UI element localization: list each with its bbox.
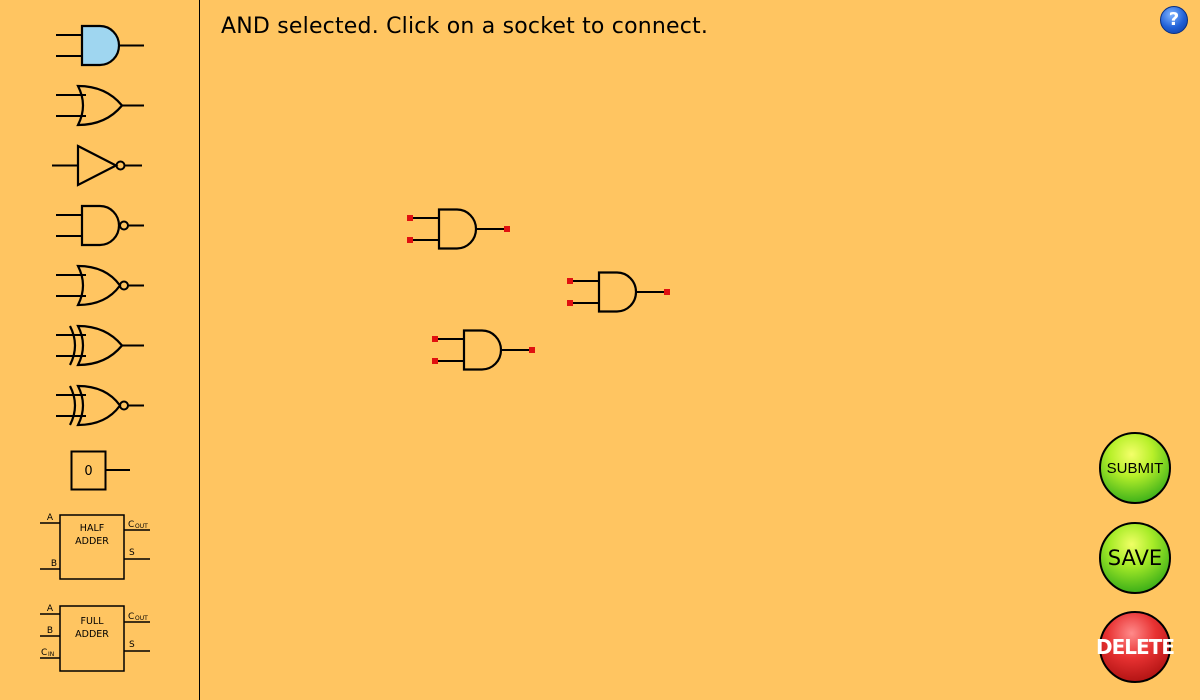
half-adder-s-label: S xyxy=(129,548,135,558)
input-socket[interactable] xyxy=(567,300,573,306)
half-adder-a-label: A xyxy=(47,513,54,523)
palette-xnor-gate[interactable] xyxy=(54,384,146,428)
full-adder-title-1: FULL xyxy=(80,616,104,627)
palette-half-adder[interactable]: A B HALF ADDER C OUT S xyxy=(38,509,152,583)
output-socket[interactable] xyxy=(504,226,510,232)
input-socket[interactable] xyxy=(432,336,438,342)
half-adder-b-label: B xyxy=(51,559,57,569)
delete-button[interactable]: DELETE xyxy=(1096,611,1175,683)
output-socket[interactable] xyxy=(664,289,670,295)
full-adder-title-2: ADDER xyxy=(75,629,109,640)
input-socket[interactable] xyxy=(432,358,438,364)
input-socket[interactable] xyxy=(567,278,573,284)
palette-nand-gate[interactable] xyxy=(54,204,146,248)
full-adder-b-label: B xyxy=(47,626,53,636)
half-adder-cout-label: C xyxy=(128,520,134,530)
canvas-and-gate[interactable] xyxy=(406,208,514,250)
full-adder-a-label: A xyxy=(47,604,54,614)
palette-and-gate[interactable] xyxy=(54,24,146,68)
palette-xor-gate[interactable] xyxy=(54,324,146,368)
full-adder-cin-sub: IN xyxy=(48,651,54,658)
submit-button[interactable]: SUBMIT xyxy=(1099,432,1171,504)
full-adder-cout-label: C xyxy=(128,612,134,622)
half-adder-title-2: ADDER xyxy=(75,536,109,547)
palette-or-gate[interactable] xyxy=(54,84,146,128)
gate-palette: 0 A B HALF ADDER C OUT S A B C IN FULL A… xyxy=(0,0,200,700)
half-adder-cout-sub: OUT xyxy=(135,523,148,530)
half-adder-title-1: HALF xyxy=(80,523,104,534)
full-adder-cout-sub: OUT xyxy=(135,615,148,622)
full-adder-cin-label: C xyxy=(41,648,47,658)
output-socket[interactable] xyxy=(529,347,535,353)
input-value-label: 0 xyxy=(84,464,92,479)
input-socket[interactable] xyxy=(407,237,413,243)
full-adder-s-label: S xyxy=(129,640,135,650)
canvas-and-gate[interactable] xyxy=(566,271,674,313)
circuit-canvas[interactable] xyxy=(201,0,1200,700)
palette-input-switch[interactable]: 0 xyxy=(70,450,132,492)
palette-not-gate[interactable] xyxy=(52,144,144,188)
canvas-and-gate[interactable] xyxy=(431,329,539,371)
input-socket[interactable] xyxy=(407,215,413,221)
palette-full-adder[interactable]: A B C IN FULL ADDER C OUT S xyxy=(38,600,152,674)
save-button[interactable]: SAVE xyxy=(1099,522,1171,594)
palette-nor-gate[interactable] xyxy=(54,264,146,308)
